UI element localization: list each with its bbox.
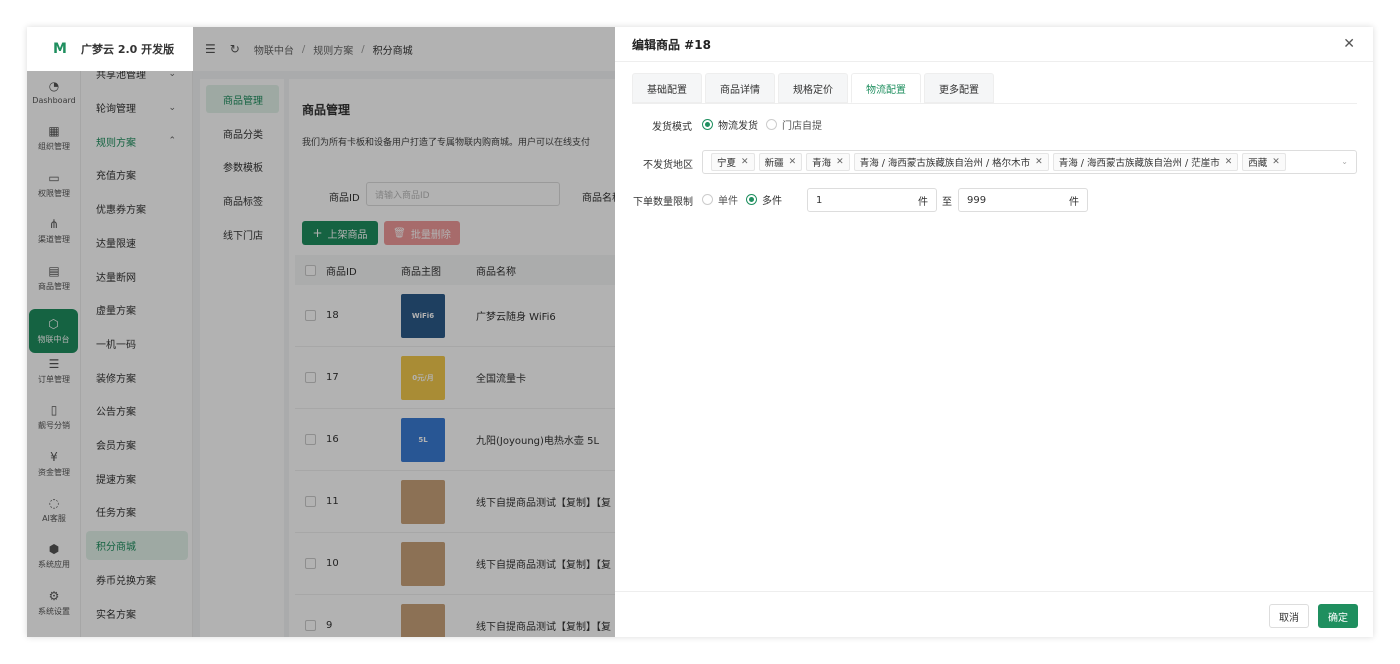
ship-mode-option-pickup[interactable]: 门店自提: [766, 117, 822, 132]
radio-checked-icon: [702, 119, 713, 130]
remove-tag-icon[interactable]: ✕: [789, 157, 797, 167]
qty-min-input[interactable]: 1 件: [807, 188, 937, 212]
region-tag-label: 新疆: [764, 158, 784, 169]
qty-limit-label: 下单数量限制: [633, 197, 693, 208]
close-icon[interactable]: ✕: [1343, 36, 1355, 52]
chevron-down-icon: ⌄: [1341, 157, 1348, 166]
tab-divider: [632, 103, 1357, 104]
app-logo-icon: M: [53, 41, 67, 57]
region-tag-label: 西藏: [1248, 158, 1268, 169]
region-tag: 青海 / 海西蒙古族藏族自治州 / 茫崖市 ✕: [1052, 153, 1239, 171]
confirm-button[interactable]: 确定: [1318, 604, 1358, 628]
qty-mode-radio-group: 单件 多件: [702, 192, 790, 207]
qty-max-unit: 件: [1069, 196, 1079, 208]
app-title: 广梦云 2.0 开发版: [81, 43, 175, 56]
cancel-button[interactable]: 取消: [1269, 604, 1309, 628]
ship-mode-label: 发货模式: [652, 122, 692, 133]
drawer-title: 编辑商品 #18: [632, 37, 711, 52]
region-tag-label: 青海 / 海西蒙古族藏族自治州 / 格尔木市: [859, 158, 1031, 169]
region-tag: 宁夏 ✕: [711, 153, 755, 171]
remove-tag-icon[interactable]: ✕: [1225, 157, 1233, 167]
qty-min-value: 1: [816, 194, 823, 206]
drawer-footer: 取消 确定: [615, 591, 1373, 637]
region-tag: 青海 / 海西蒙古族藏族自治州 / 格尔木市 ✕: [853, 153, 1049, 171]
remove-tag-icon[interactable]: ✕: [1272, 157, 1280, 167]
ship-mode-option-label: 物流发货: [718, 121, 758, 132]
drawer-tab[interactable]: 商品详情: [705, 73, 775, 103]
qty-max-input[interactable]: 999 件: [958, 188, 1088, 212]
app-logo-row: M 广梦云 2.0 开发版: [27, 27, 193, 71]
qty-range-separator: 至: [942, 197, 952, 208]
qty-min-unit: 件: [918, 196, 928, 208]
drawer-tab[interactable]: 更多配置: [924, 73, 994, 103]
remove-tag-icon[interactable]: ✕: [1035, 157, 1043, 167]
ship-mode-option-logistics[interactable]: 物流发货: [702, 117, 758, 132]
radio-checked-icon: [746, 194, 757, 205]
qty-max-value: 999: [967, 194, 987, 206]
qty-mode-option-multi[interactable]: 多件: [746, 192, 782, 207]
qty-mode-option-label: 多件: [762, 196, 782, 207]
remove-tag-icon[interactable]: ✕: [836, 157, 844, 167]
drawer-tabs: 基础配置 商品详情 规格定价 物流配置 更多配置: [632, 73, 997, 103]
drawer-tab[interactable]: 基础配置: [632, 73, 702, 103]
app-window: ◔ Dashboard ▦ 组织管理 ▭ 权限管理 ⋔ 渠道管理 ▤ 商品管理 ⬡ 物联中台 ☰ 订单管理…: [27, 27, 1373, 637]
region-tag-label: 青海: [812, 158, 832, 169]
ship-mode-radio-group: 物流发货 门店自提: [702, 117, 830, 132]
region-tag-label: 青海 / 海西蒙古族藏族自治州 / 茫崖市: [1058, 158, 1220, 169]
ship-mode-option-label: 门店自提: [782, 121, 822, 132]
region-tag: 青海 ✕: [806, 153, 850, 171]
region-tag: 西藏 ✕: [1242, 153, 1286, 171]
no-ship-region-select[interactable]: 宁夏 ✕ 新疆 ✕ 青海 ✕ 青海 / 海西蒙古族藏族自治州 / 格尔木市 ✕ 青海 / 海西蒙…: [702, 150, 1357, 174]
edit-product-drawer: 编辑商品 #18 ✕ 基础配置 商品详情 规格定价 物流配置 更多配置 发货模式 物流发…: [615, 27, 1373, 637]
drawer-tab[interactable]: 规格定价: [778, 73, 848, 103]
radio-unchecked-icon: [766, 119, 777, 130]
radio-unchecked-icon: [702, 194, 713, 205]
drawer-tab[interactable]: 物流配置: [851, 73, 921, 103]
drawer-header: 编辑商品 #18: [615, 27, 1373, 62]
qty-mode-option-single[interactable]: 单件: [702, 192, 738, 207]
remove-tag-icon[interactable]: ✕: [741, 157, 749, 167]
region-tag: 新疆 ✕: [758, 153, 803, 171]
qty-mode-option-label: 单件: [718, 196, 738, 207]
region-tag-label: 宁夏: [717, 158, 737, 169]
no-ship-region-label: 不发货地区: [643, 160, 693, 171]
modal-overlay[interactable]: [27, 27, 615, 637]
